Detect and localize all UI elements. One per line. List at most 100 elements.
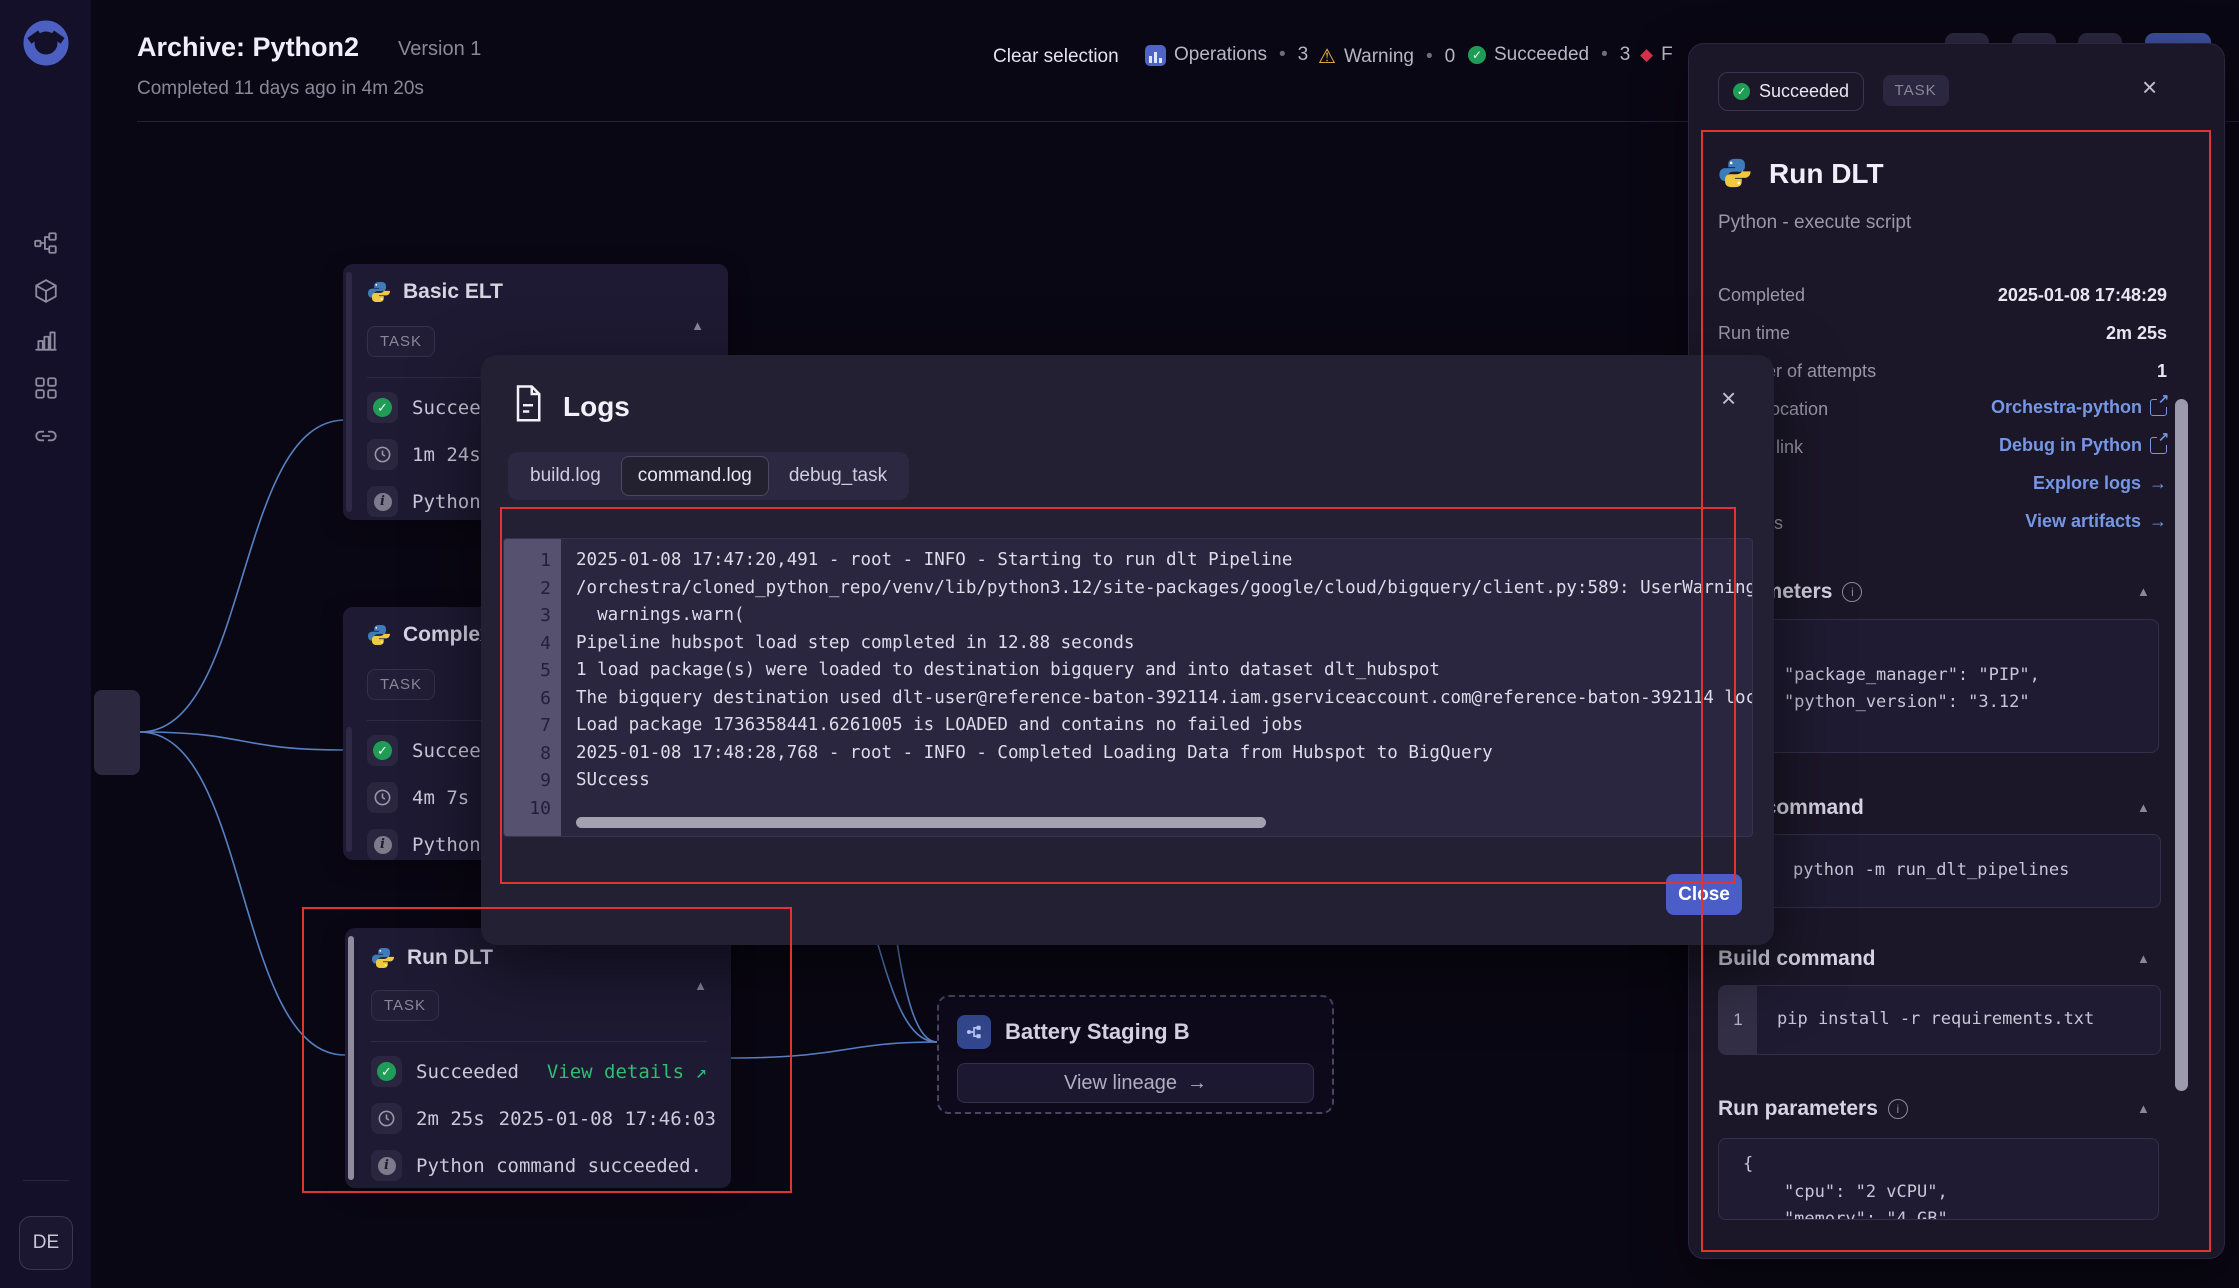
- kv-label: Run time: [1718, 323, 1791, 343]
- duration-row: 1m 24s: [367, 439, 481, 470]
- duration-text: 4m 7s: [412, 786, 470, 809]
- log-line: SUccess: [576, 770, 650, 790]
- collapse-icon[interactable]: ▲: [2137, 1101, 2150, 1116]
- modal-close-button[interactable]: Close: [1666, 874, 1742, 915]
- products-cube-icon[interactable]: [24, 269, 68, 313]
- debug-link[interactable]: Debug in Python: [1999, 429, 2170, 456]
- view-artifacts-link[interactable]: View artifacts →: [2025, 511, 2167, 532]
- arrow-right-icon: →: [1187, 1071, 1208, 1094]
- status-tile: ✓: [367, 392, 398, 423]
- duration-row: 4m 7s: [367, 782, 469, 813]
- document-icon: [513, 385, 543, 428]
- integrations-link-icon[interactable]: [24, 414, 68, 458]
- log-viewer[interactable]: 1 2 3 4 5 6 7 8 9 10 2025-01-08 17:47:20…: [503, 538, 1753, 837]
- card-divider: [371, 1041, 707, 1042]
- card-title: Complex: [403, 623, 492, 646]
- external-link-icon: [2150, 391, 2170, 416]
- collapse-icon[interactable]: ▲: [691, 318, 704, 333]
- clock-tile: [367, 782, 398, 813]
- orchestra-logo-icon[interactable]: [23, 20, 69, 66]
- lineage-flow-icon: [957, 1015, 991, 1049]
- log-line-numbers: 1 2 3 4 5 6 7 8 9 10: [504, 539, 561, 836]
- log-tabs: build.log command.log debug_task: [508, 452, 910, 500]
- kv-label: Completed: [1718, 285, 1806, 305]
- status-text: Succeeded: [416, 1060, 519, 1083]
- duration-text: 2m 25s: [416, 1107, 485, 1130]
- log-line: warnings.warn(: [576, 605, 745, 625]
- panel-scrollbar-thumb[interactable]: [2175, 399, 2188, 1091]
- duration-text: 1m 24s: [412, 443, 481, 466]
- clock-tile: [371, 1103, 402, 1134]
- card-title: Run DLT: [407, 946, 493, 969]
- code-gutter: 1: [1719, 986, 1757, 1054]
- external-link-icon: [2150, 429, 2170, 454]
- view-details-link[interactable]: View details ↗: [547, 1061, 707, 1083]
- task-type-badge: TASK: [1882, 75, 1949, 106]
- kv-value: 1: [2156, 361, 2167, 381]
- card-scroll-handle[interactable]: [348, 936, 354, 1180]
- horizontal-scrollbar-thumb[interactable]: [576, 817, 1266, 828]
- python-icon: [1718, 156, 1752, 190]
- view-lineage-button[interactable]: View lineage →: [957, 1063, 1314, 1103]
- collapse-icon[interactable]: ▲: [694, 978, 707, 993]
- collapse-icon[interactable]: ▲: [2137, 951, 2150, 966]
- python-icon: [367, 280, 391, 304]
- clock-tile: [367, 439, 398, 470]
- log-line: 2025-01-08 17:48:28,768 - root - INFO - …: [576, 742, 1493, 763]
- code-location-link[interactable]: Orchestra-python: [1991, 391, 2170, 418]
- info-row: i Python command succeeded.: [371, 1150, 702, 1181]
- arrow-right-icon: →: [2149, 473, 2167, 493]
- modal-close-icon[interactable]: ×: [1721, 385, 1736, 411]
- log-line: 2025-01-08 17:47:20,491 - root - INFO - …: [576, 550, 1293, 570]
- success-check-icon: ✓: [1733, 83, 1750, 100]
- status-tile: ✓: [367, 735, 398, 766]
- lineage-card-title: Battery Staging B: [1005, 1019, 1190, 1044]
- run-parameters-code-box: { "cpu": "2 vCPU", "memory": "4 GB": [1718, 1138, 2159, 1220]
- success-check-icon: ✓: [377, 1062, 396, 1081]
- parameters-code-box: { "package_manager": "PIP", "python_vers…: [1718, 619, 2159, 753]
- success-check-icon: ✓: [373, 741, 392, 760]
- modal-title: Logs: [563, 391, 630, 422]
- log-content: 2025-01-08 17:47:20,491 - root - INFO - …: [576, 547, 1752, 822]
- kv-value: 2m 25s: [2105, 323, 2167, 343]
- apps-grid-icon[interactable]: [24, 366, 68, 410]
- log-line: The bigquery destination used dlt-user@r…: [576, 687, 1752, 708]
- build-command-section-header[interactable]: Build command: [1718, 947, 1876, 971]
- collapse-icon[interactable]: ▲: [2137, 584, 2150, 599]
- tab-build-log[interactable]: build.log: [514, 457, 617, 495]
- run-command-code-box: python -m run_dlt_pipelines: [1718, 834, 2161, 908]
- info-tile: i: [371, 1150, 402, 1181]
- logs-modal: Logs × build.log command.log debug_task …: [481, 355, 1774, 945]
- info-icon: i: [373, 492, 392, 511]
- info-text: Python command succeeded.: [416, 1154, 702, 1177]
- pipelines-icon[interactable]: [24, 221, 68, 265]
- panel-close-icon[interactable]: ×: [2142, 74, 2157, 100]
- log-line: Pipeline hubspot load step completed in …: [576, 632, 1135, 653]
- tab-debug-task[interactable]: debug_task: [773, 457, 903, 495]
- status-tile: ✓: [371, 1056, 402, 1087]
- lineage-card-battery-staging-b[interactable]: Battery Staging B View lineage →: [937, 995, 1334, 1114]
- success-check-icon: ✓: [373, 398, 392, 417]
- log-line: /orchestra/cloned_python_repo/venv/lib/p…: [576, 577, 1752, 598]
- analytics-chart-icon[interactable]: [24, 318, 68, 362]
- status-row: ✓ Succeeded View details ↗: [371, 1056, 707, 1087]
- tab-command-log[interactable]: command.log: [620, 456, 769, 496]
- info-circle-icon: i: [1842, 582, 1863, 602]
- explore-logs-link[interactable]: Explore logs →: [2033, 473, 2167, 494]
- collapse-icon[interactable]: ▲: [2137, 800, 2150, 815]
- duration-row: 2m 25s 2025-01-08 17:46:03: [371, 1103, 716, 1134]
- card-title: Basic ELT: [403, 280, 503, 303]
- info-circle-icon: i: [1887, 1099, 1908, 1119]
- info-icon: i: [377, 1156, 396, 1175]
- app-window: DE Archive: Python2 Version 1 Completed …: [0, 0, 2239, 1288]
- collapsed-edge-node[interactable]: [94, 690, 140, 775]
- task-card-run-dlt[interactable]: Run DLT ▲ TASK ✓ Succeeded View details …: [345, 928, 731, 1188]
- card-scroll-handle[interactable]: [346, 272, 352, 512]
- info-tile: i: [367, 829, 398, 860]
- panel-subtitle: Python - execute script: [1718, 212, 1912, 233]
- card-scroll-handle[interactable]: [346, 727, 352, 852]
- run-parameters-section-header[interactable]: Run parameters i: [1718, 1097, 1908, 1121]
- user-avatar[interactable]: DE: [19, 1216, 73, 1270]
- panel-title: Run DLT: [1769, 158, 1884, 189]
- external-arrow-icon: ↗: [695, 1060, 707, 1083]
